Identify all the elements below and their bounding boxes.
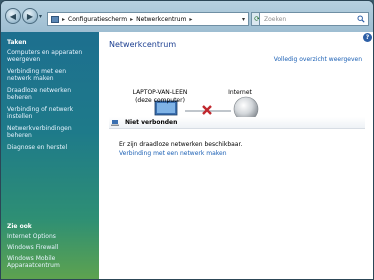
network-status-icon xyxy=(111,119,119,126)
forward-arrow-icon: ▶ xyxy=(26,11,34,21)
task-list: Computers en apparaten weergeven Verbind… xyxy=(1,49,95,156)
task-diagnose-repair[interactable]: Diagnose en herstel xyxy=(1,144,95,151)
see-also-heading: Zie ook xyxy=(7,223,32,230)
computer-label: LAPTOP-VAN-LEEN (deze computer) xyxy=(125,89,195,105)
connection-section-header: Niet verbonden xyxy=(109,117,365,129)
task-manage-wireless[interactable]: Draadloze netwerken beheren xyxy=(1,87,95,101)
search-input[interactable]: Zoeken xyxy=(259,12,369,26)
task-setup-connection[interactable]: Verbinding of netwerk instellen xyxy=(1,106,95,120)
see-also-list: Internet Options Windows Firewall Window… xyxy=(1,233,95,273)
chevron-right-icon: ▸ xyxy=(62,15,66,23)
search-placeholder: Zoeken xyxy=(264,15,287,23)
computer-subtitle: (deze computer) xyxy=(135,97,185,104)
window: ◀ ▶ ▾ ▸ Configuratiescherm ▸ Netwerkcent… xyxy=(0,0,374,280)
task-view-computers[interactable]: Computers en apparaten weergeven xyxy=(1,49,95,63)
chevron-right-icon[interactable]: ▸ xyxy=(189,16,192,23)
page-title: Netwerkcentrum xyxy=(109,40,177,49)
forward-button[interactable]: ▶ xyxy=(22,8,38,24)
breadcrumb-control-panel[interactable]: Configuratiescherm xyxy=(68,16,127,23)
back-arrow-icon: ◀ xyxy=(9,11,17,21)
address-bar[interactable]: ▸ Configuratiescherm ▸ Netwerkcentrum ▸ … xyxy=(47,12,249,26)
full-map-link[interactable]: Volledig overzicht weergeven xyxy=(274,56,362,63)
see-also-windows-firewall[interactable]: Windows Firewall xyxy=(1,244,95,251)
status-text: Er zijn draadloze netwerken beschikbaar. xyxy=(119,141,243,148)
task-connect-network[interactable]: Verbinding met een netwerk maken xyxy=(1,68,95,82)
see-also-mobile-center[interactable]: Windows Mobile Apparaatcentrum xyxy=(1,255,95,269)
main-content: ? Netwerkcentrum Volledig overzicht weer… xyxy=(99,32,373,279)
back-button[interactable]: ◀ xyxy=(5,8,21,24)
address-dropdown-icon[interactable]: ▾ xyxy=(242,16,245,23)
help-icon[interactable]: ? xyxy=(363,33,372,42)
control-panel-icon xyxy=(51,15,59,23)
internet-label: Internet xyxy=(228,89,252,96)
disconnected-icon[interactable] xyxy=(202,105,212,115)
see-also-internet-options[interactable]: Internet Options xyxy=(1,233,95,240)
computer-name: LAPTOP-VAN-LEEN xyxy=(132,89,188,96)
chevron-right-icon[interactable]: ▸ xyxy=(130,16,133,23)
tasks-heading: Taken xyxy=(7,39,27,46)
address-toolbar: ◀ ▶ ▾ ▸ Configuratiescherm ▸ Netwerkcent… xyxy=(1,1,373,33)
task-pane: Taken Computers en apparaten weergeven V… xyxy=(1,32,99,279)
breadcrumb-network-center[interactable]: Netwerkcentrum xyxy=(136,16,186,23)
recent-pages-dropdown[interactable]: ▾ xyxy=(39,13,42,20)
section-title: Niet verbonden xyxy=(125,119,178,126)
task-manage-connections[interactable]: Netwerkverbindingen beheren xyxy=(1,125,95,139)
search-icon[interactable] xyxy=(357,15,365,23)
connect-network-link[interactable]: Verbinding met een netwerk maken xyxy=(119,150,227,157)
